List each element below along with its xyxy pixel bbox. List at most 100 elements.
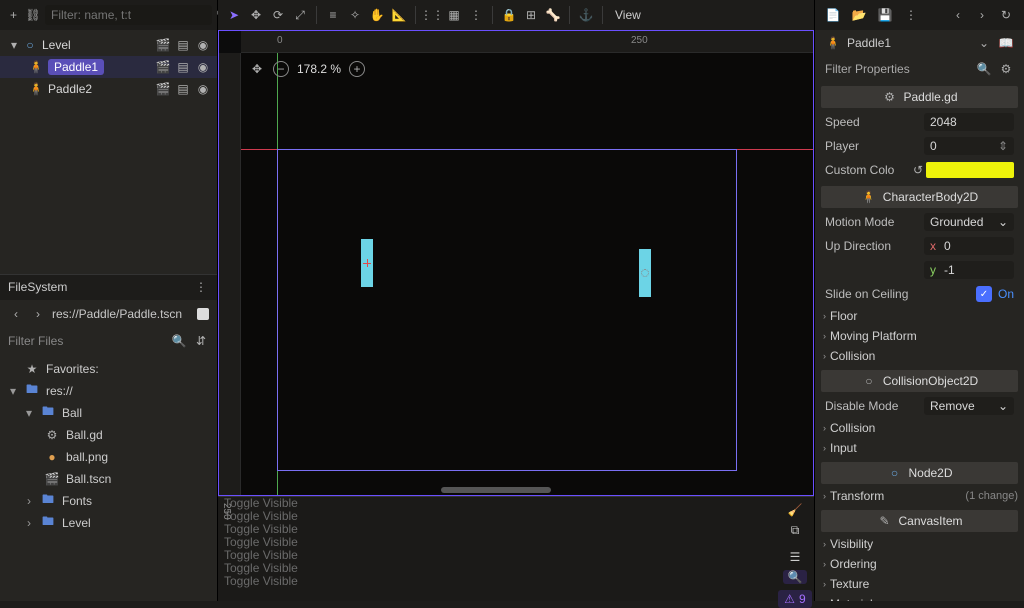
- viewport[interactable]: 0 250 250 ✥ − 178.2 % +: [218, 30, 814, 496]
- fold-transform[interactable]: ›Transform(1 change): [821, 486, 1018, 506]
- anchor-icon[interactable]: ⚓: [578, 7, 594, 23]
- search-icon[interactable]: 🔍: [976, 61, 992, 77]
- fs-root[interactable]: ▾🖿res://: [0, 380, 217, 402]
- fold-moving-platform[interactable]: ›Moving Platform: [821, 326, 1018, 346]
- zoom-reset-icon[interactable]: ✥: [249, 61, 265, 77]
- new-resource-icon[interactable]: 📄: [825, 7, 841, 23]
- add-node-icon[interactable]: +: [6, 7, 21, 23]
- fold-ordering[interactable]: ›Ordering: [821, 554, 1018, 574]
- revert-icon[interactable]: ↺: [910, 162, 926, 178]
- fold-input[interactable]: ›Input: [821, 438, 1018, 458]
- scene-tree[interactable]: ▾ ○ Level 🎬 ▤ ◉ 🧍 Paddle1 🎬 ▤ ◉: [0, 30, 217, 274]
- clear-output-icon[interactable]: 🧹: [783, 503, 807, 517]
- snap-options-icon[interactable]: ⋮: [468, 7, 484, 23]
- fs-favorites[interactable]: ★Favorites:: [0, 358, 217, 380]
- motion-mode-select[interactable]: Grounded⌄: [924, 213, 1014, 231]
- zoom-value[interactable]: 178.2 %: [297, 62, 341, 76]
- player-field[interactable]: 0⇕: [924, 137, 1014, 155]
- script-icon[interactable]: ▤: [175, 81, 191, 97]
- clapper-icon[interactable]: 🎬: [155, 81, 171, 97]
- fs-folder-ball[interactable]: ▾🖿Ball: [0, 402, 217, 424]
- group-icon[interactable]: ⊞: [523, 7, 539, 23]
- fold-floor[interactable]: ›Floor: [821, 306, 1018, 326]
- fold-collision2[interactable]: ›Collision: [821, 418, 1018, 438]
- rotate-tool-icon[interactable]: ⟳: [270, 7, 286, 23]
- fold-material[interactable]: ›Material: [821, 594, 1018, 601]
- visibility-icon[interactable]: ◉: [195, 59, 211, 75]
- paddle1-sprite[interactable]: [361, 239, 373, 287]
- paddle2-sprite[interactable]: [639, 249, 651, 297]
- inspector-filter-input[interactable]: Filter Properties: [825, 62, 970, 76]
- up-dir-x-field[interactable]: x0: [924, 237, 1014, 255]
- back-icon[interactable]: ‹: [8, 306, 24, 322]
- clapper-icon[interactable]: 🎬: [155, 37, 171, 53]
- visibility-icon[interactable]: ◉: [195, 81, 211, 97]
- script-icon[interactable]: ▤: [175, 59, 191, 75]
- inspector-node-name[interactable]: Paddle1: [847, 36, 891, 50]
- inspector-section-canvasitem[interactable]: ✎CanvasItem: [821, 510, 1018, 532]
- output-log[interactable]: Toggle Visible Toggle Visible Toggle Vis…: [218, 497, 776, 601]
- view-menu[interactable]: View: [611, 5, 645, 25]
- search-output-icon[interactable]: 🔍: [783, 570, 807, 584]
- fold-collision[interactable]: ›Collision: [821, 346, 1018, 366]
- clapper-icon[interactable]: 🎬: [155, 59, 171, 75]
- scene-node-paddle1[interactable]: 🧍 Paddle1 🎬 ▤ ◉: [0, 56, 217, 78]
- fs-file[interactable]: ●ball.png: [0, 446, 217, 468]
- search-icon[interactable]: 🔍: [171, 333, 187, 349]
- script-icon[interactable]: ▤: [175, 37, 191, 53]
- scene-node-root[interactable]: ▾ ○ Level 🎬 ▤ ◉: [0, 34, 217, 56]
- save-resource-icon[interactable]: 💾: [877, 7, 893, 23]
- load-resource-icon[interactable]: 📂: [851, 7, 867, 23]
- slide-checkbox[interactable]: ✓: [976, 286, 992, 302]
- zoom-out-icon[interactable]: −: [273, 61, 289, 77]
- inspector-section-colobj[interactable]: ○CollisionObject2D: [821, 370, 1018, 392]
- disable-mode-select[interactable]: Remove⌄: [924, 397, 1014, 415]
- zoom-in-icon[interactable]: +: [349, 61, 365, 77]
- history-back-icon[interactable]: ‹: [950, 7, 966, 23]
- up-dir-y-field[interactable]: y-1: [924, 261, 1014, 279]
- fs-folder-fonts[interactable]: ›🖿Fonts: [0, 490, 217, 512]
- link-icon[interactable]: ⛓: [25, 7, 41, 23]
- scale-tool-icon[interactable]: ⤢: [292, 7, 308, 23]
- filesystem-tree[interactable]: ★Favorites: ▾🖿res:// ▾🖿Ball ⚙Ball.gd ●ba…: [0, 354, 217, 602]
- move-tool-icon[interactable]: ✥: [248, 7, 264, 23]
- fs-file[interactable]: 🎬Ball.tscn: [0, 468, 217, 490]
- fs-folder-level[interactable]: ›🖿Level: [0, 512, 217, 534]
- error-count-badge[interactable]: ⚠9: [778, 590, 811, 608]
- inspector-section-script[interactable]: ⚙Paddle.gd: [821, 86, 1018, 108]
- fs-file[interactable]: ⚙Ball.gd: [0, 424, 217, 446]
- horizontal-scrollbar[interactable]: [441, 487, 551, 493]
- more-icon[interactable]: ⋮: [903, 7, 919, 23]
- spinner-icon[interactable]: ⇕: [998, 139, 1008, 153]
- copy-output-icon[interactable]: ⧉: [783, 523, 807, 538]
- scene-filter-input[interactable]: [45, 5, 212, 25]
- fs-path[interactable]: res://Paddle/Paddle.tscn: [52, 307, 191, 321]
- scene-node-paddle2[interactable]: 🧍 Paddle2 🎬 ▤ ◉: [0, 78, 217, 100]
- filter-icon[interactable]: ☰: [783, 550, 807, 564]
- history-icon[interactable]: ↻: [998, 7, 1014, 23]
- inspector-section-charbody[interactable]: 🧍CharacterBody2D: [821, 186, 1018, 208]
- fold-texture[interactable]: ›Texture: [821, 574, 1018, 594]
- pan-tool-icon[interactable]: ✋: [369, 7, 385, 23]
- pivot-icon[interactable]: ✧: [347, 7, 363, 23]
- snap-icon[interactable]: ⋮⋮: [424, 7, 440, 23]
- history-fwd-icon[interactable]: ›: [974, 7, 990, 23]
- more-icon[interactable]: ⋮: [193, 279, 209, 295]
- speed-field[interactable]: 2048: [924, 113, 1014, 131]
- grid-snap-icon[interactable]: ▦: [446, 7, 462, 23]
- select-tool-icon[interactable]: ➤: [226, 7, 242, 23]
- lock-icon[interactable]: 🔒: [501, 7, 517, 23]
- chevron-down-icon[interactable]: ⌄: [976, 35, 992, 51]
- visibility-icon[interactable]: ◉: [195, 37, 211, 53]
- settings-icon[interactable]: ⚙: [998, 61, 1014, 77]
- fold-visibility[interactable]: ›Visibility: [821, 534, 1018, 554]
- sort-icon[interactable]: ⇵: [193, 333, 209, 349]
- fs-filter-input[interactable]: Filter Files: [8, 334, 165, 348]
- docs-icon[interactable]: 📖: [998, 35, 1014, 51]
- inspector-section-node2d[interactable]: ○Node2D: [821, 462, 1018, 484]
- list-select-icon[interactable]: ≡: [325, 7, 341, 23]
- forward-icon[interactable]: ›: [30, 306, 46, 322]
- ruler-tool-icon[interactable]: 📐: [391, 7, 407, 23]
- color-field[interactable]: [926, 162, 1014, 178]
- bone-icon[interactable]: 🦴: [545, 7, 561, 23]
